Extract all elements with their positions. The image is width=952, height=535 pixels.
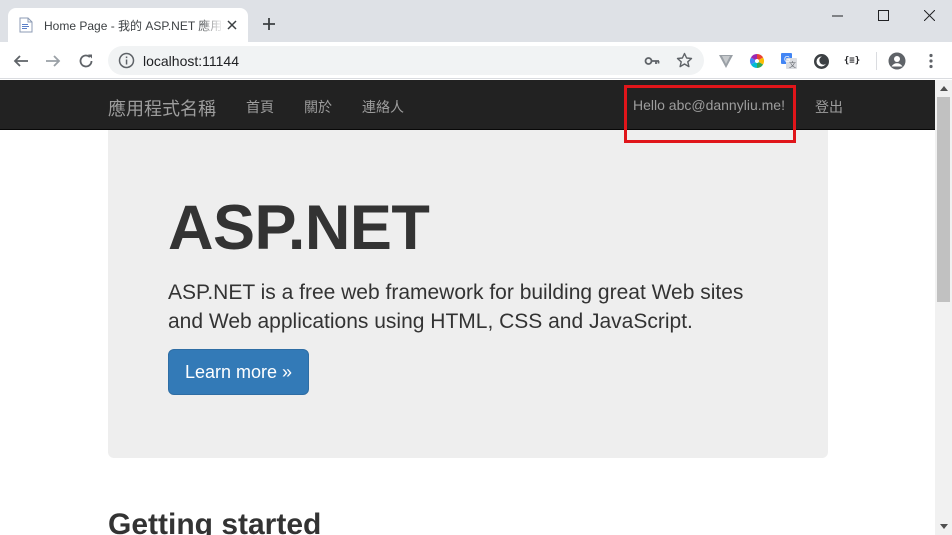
nav-about-link[interactable]: 關於 <box>304 97 332 117</box>
highlight-box <box>624 85 796 143</box>
tab-title: Home Page - 我的 ASP.NET 應用程式 <box>44 18 224 33</box>
window-close-icon[interactable] <box>906 0 952 30</box>
star-icon[interactable] <box>676 52 693 69</box>
forward-icon[interactable] <box>40 48 66 74</box>
color-picker-icon[interactable] <box>748 52 766 70</box>
address-bar[interactable]: localhost:11144 <box>108 46 704 75</box>
learn-more-button[interactable]: Learn more » <box>168 349 309 395</box>
scroll-up-icon[interactable] <box>935 80 952 97</box>
getting-started-heading: Getting started <box>108 508 322 535</box>
translate-icon[interactable]: G文 <box>780 52 798 70</box>
tab-strip: Home Page - 我的 ASP.NET 應用程式 <box>0 0 952 42</box>
nav-contact-link[interactable]: 連絡人 <box>362 97 404 117</box>
account-icon[interactable] <box>888 52 906 70</box>
scroll-thumb[interactable] <box>937 97 950 302</box>
scroll-down-icon[interactable] <box>935 518 952 535</box>
vimium-icon[interactable] <box>717 52 735 70</box>
minimize-icon[interactable] <box>814 0 860 30</box>
logout-link[interactable]: 登出 <box>815 97 843 117</box>
browser-tab[interactable]: Home Page - 我的 ASP.NET 應用程式 <box>8 8 248 42</box>
dark-mode-icon[interactable] <box>812 52 830 70</box>
plus-icon[interactable] <box>259 14 279 34</box>
jumbotron: ASP.NET ASP.NET is a free web framework … <box>108 130 828 458</box>
back-icon[interactable] <box>8 48 34 74</box>
jumbotron-lead: ASP.NET is a free web framework for buil… <box>168 281 744 333</box>
toolbar-divider <box>876 52 877 70</box>
reload-icon[interactable] <box>73 48 99 74</box>
page-viewport: 應用程式名稱 首頁 關於 連絡人 Hello abc@dannyliu.me! … <box>0 80 935 535</box>
nav-home-link[interactable]: 首頁 <box>246 97 274 117</box>
svg-text:文: 文 <box>789 60 796 69</box>
close-icon[interactable] <box>224 17 240 33</box>
page-scrollbar[interactable] <box>935 80 952 535</box>
favicon-icon <box>18 17 34 33</box>
info-icon[interactable] <box>118 52 135 69</box>
jumbotron-title: ASP.NET <box>168 193 430 263</box>
menu-icon[interactable] <box>922 52 940 70</box>
brand-link[interactable]: 應用程式名稱 <box>108 95 216 121</box>
key-icon[interactable] <box>644 53 660 69</box>
browser-toolbar: localhost:11144 G文 {≡} <box>0 42 952 79</box>
json-formatter-icon[interactable]: {≡} <box>843 52 861 70</box>
url-text: localhost:11144 <box>143 53 239 69</box>
maximize-icon[interactable] <box>860 0 906 30</box>
